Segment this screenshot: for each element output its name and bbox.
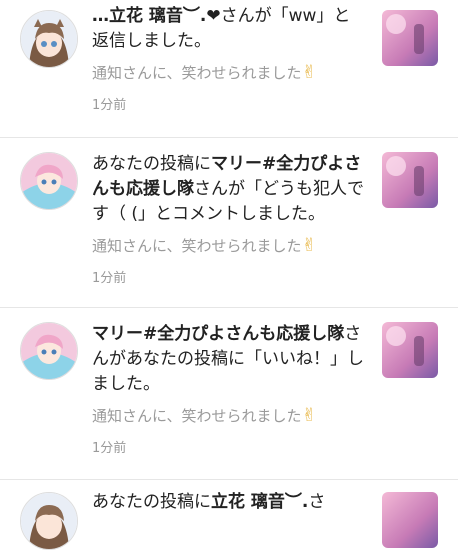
timestamp: 1分前: [92, 271, 127, 286]
message-prefix: あなたの投稿に: [92, 492, 211, 512]
post-title-text: 通知さんに、笑わせられました: [92, 64, 302, 82]
post-title: 通知さんに、笑わせられました✌: [92, 405, 364, 427]
notification-message: あなたの投稿にマリー#全力ぴよさんも応援し隊さんが「どうも犯人です（ (」とコメ…: [92, 152, 364, 227]
victory-hand-icon: ✌: [301, 62, 317, 83]
post-thumbnail[interactable]: [382, 322, 438, 378]
avatar[interactable]: [20, 152, 78, 210]
post-thumbnail[interactable]: [382, 152, 438, 208]
notification-item[interactable]: …立花 璃音︶.❤さんが「ww」と返信しました。 通知さんに、笑わせられました✌…: [0, 0, 458, 138]
notification-body: マリー#全力ぴよさんも応援し隊さんがあなたの投稿に「いいね！」しました。 通知さ…: [92, 322, 364, 456]
victory-hand-icon: ✌: [301, 405, 317, 426]
post-thumbnail[interactable]: [382, 492, 438, 548]
avatar[interactable]: [20, 10, 78, 68]
notification-item[interactable]: あなたの投稿に立花 璃音︶.さ: [0, 480, 458, 550]
avatar[interactable]: [20, 322, 78, 380]
notification-message: …立花 璃音︶.❤さんが「ww」と返信しました。: [92, 4, 364, 54]
notification-message: マリー#全力ぴよさんも応援し隊さんがあなたの投稿に「いいね！」しました。: [92, 322, 364, 397]
post-title: 通知さんに、笑わせられました✌: [92, 235, 364, 257]
user-name[interactable]: マリー#全力ぴよさんも応援し隊: [92, 324, 344, 344]
avatar[interactable]: [20, 492, 78, 550]
notification-item[interactable]: マリー#全力ぴよさんも応援し隊さんがあなたの投稿に「いいね！」しました。 通知さ…: [0, 308, 458, 480]
timestamp: 1分前: [92, 98, 127, 113]
victory-hand-icon: ✌: [301, 235, 317, 256]
notification-list: …立花 璃音︶.❤さんが「ww」と返信しました。 通知さんに、笑わせられました✌…: [0, 0, 458, 550]
post-title: 通知さんに、笑わせられました✌: [92, 62, 364, 84]
timestamp: 1分前: [92, 441, 127, 456]
notification-body: あなたの投稿にマリー#全力ぴよさんも応援し隊さんが「どうも犯人です（ (」とコメ…: [92, 152, 364, 286]
notification-item[interactable]: あなたの投稿にマリー#全力ぴよさんも応援し隊さんが「どうも犯人です（ (」とコメ…: [0, 138, 458, 308]
post-title-text: 通知さんに、笑わせられました: [92, 237, 302, 255]
post-title-text: 通知さんに、笑わせられました: [92, 407, 302, 425]
notification-message: あなたの投稿に立花 璃音︶.さ: [92, 490, 364, 515]
user-name[interactable]: 立花 璃音︶.: [211, 492, 308, 512]
post-thumbnail[interactable]: [382, 10, 438, 66]
message-prefix: あなたの投稿に: [92, 154, 211, 174]
notification-body: あなたの投稿に立花 璃音︶.さ: [92, 490, 364, 515]
notification-body: …立花 璃音︶.❤さんが「ww」と返信しました。 通知さんに、笑わせられました✌…: [92, 4, 364, 113]
user-name[interactable]: …立花 璃音︶.❤: [92, 6, 221, 26]
message-text: さ: [308, 492, 326, 512]
